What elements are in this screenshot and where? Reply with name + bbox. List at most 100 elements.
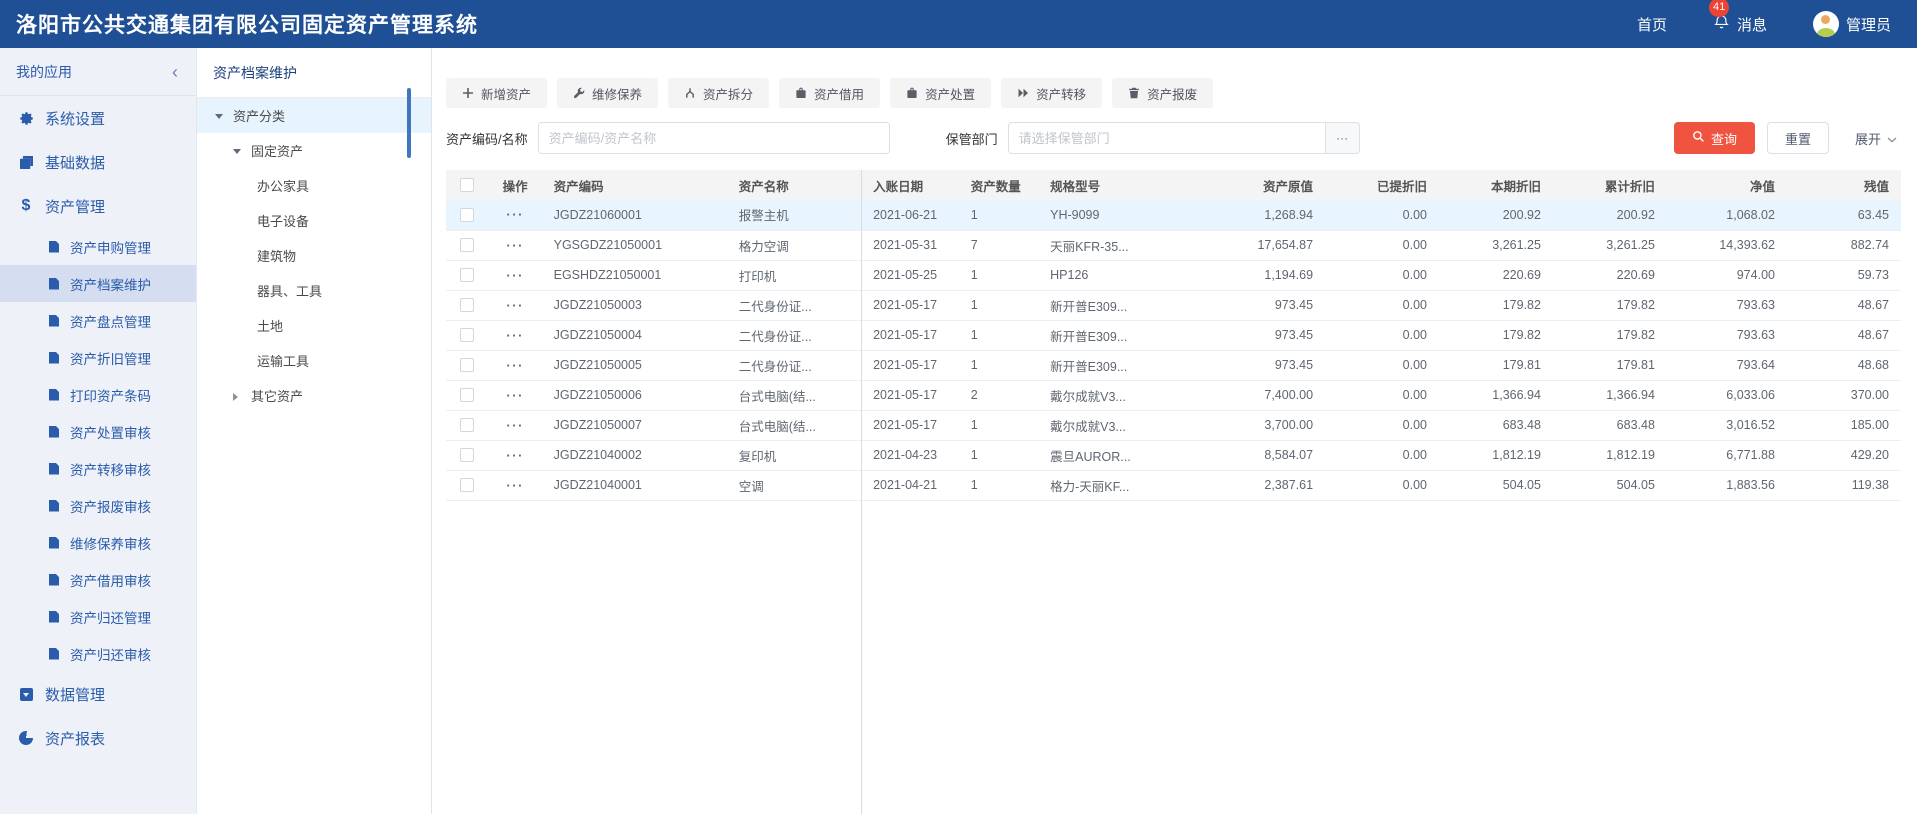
sidebar-item[interactable]: 打印资产条码 (0, 376, 196, 413)
row-checkbox[interactable] (460, 268, 475, 283)
toolbar-button-label: 资产处置 (925, 87, 976, 102)
table-row[interactable]: ··· JGDZ21050004 二代身份证... 2021-05-17 1 新开普E30… (446, 320, 1901, 351)
sidebar-item[interactable]: $ 资产管理 (0, 184, 196, 228)
sidebar-item[interactable]: 资产档案维护 (0, 265, 196, 302)
dispose-asset-button[interactable]: 资产处置 (890, 78, 992, 108)
row-checkbox[interactable] (460, 298, 475, 313)
sidebar-item[interactable]: 资产报废审核 (0, 487, 196, 524)
scrap-asset-button[interactable]: 资产报废 (1112, 78, 1214, 108)
caret-down-icon[interactable] (215, 108, 227, 123)
tree-node[interactable]: 器具、工具 (197, 273, 431, 308)
cell-model: 新开普E309... (1038, 350, 1193, 381)
row-checkbox[interactable] (460, 448, 475, 463)
cell-residual: 48.68 (1786, 350, 1901, 381)
nav-messages-link[interactable]: 41 消息 (1708, 0, 1767, 35)
tree-node[interactable]: 建筑物 (197, 238, 431, 273)
row-checkbox[interactable] (460, 418, 475, 433)
cell-name: 空调 (726, 470, 862, 501)
select-all-checkbox[interactable] (460, 178, 475, 193)
cell-net: 6,033.06 (1666, 380, 1787, 411)
caret-down-icon[interactable] (233, 143, 245, 158)
sidebar-item[interactable]: 基础数据 (0, 140, 196, 184)
table-row[interactable]: ··· JGDZ21050005 二代身份证... 2021-05-17 1 新开普E30… (446, 350, 1901, 381)
user-menu[interactable]: 管理员 (1812, 11, 1891, 37)
table-row[interactable]: ··· YGSGDZ21050001 格力空调 2021-05-31 7 天丽KFR-35… (446, 230, 1901, 261)
row-actions-button[interactable]: ··· (506, 358, 524, 373)
row-actions-button[interactable]: ··· (506, 207, 524, 222)
sidebar-item[interactable]: 资产借用审核 (0, 561, 196, 598)
row-actions-button[interactable]: ··· (506, 418, 524, 433)
row-actions-button[interactable]: ··· (506, 388, 524, 403)
row-checkbox[interactable] (460, 208, 475, 223)
add-asset-button[interactable]: 新增资产 (446, 78, 548, 108)
sidebar-item[interactable]: 资产折旧管理 (0, 339, 196, 376)
nav-home-link[interactable]: 首页 (1637, 14, 1667, 35)
row-checkbox[interactable] (460, 328, 475, 343)
asset-toolbar: 新增资产 维修保养 资产拆分 资产借用 资产处置 资产转移 资产报废 (446, 78, 1901, 108)
tree-node[interactable]: 资产分类 (197, 98, 431, 133)
cell-name: 二代身份证... (726, 290, 862, 321)
sidebar-item[interactable]: 资产处置审核 (0, 413, 196, 450)
sidebar-item[interactable]: 资产转移审核 (0, 450, 196, 487)
tree-node[interactable]: 运输工具 (197, 343, 431, 378)
cell-date: 2021-04-21 (861, 470, 959, 501)
column-header: 本期折旧 (1439, 170, 1553, 200)
row-checkbox[interactable] (460, 358, 475, 373)
table-row[interactable]: ··· JGDZ21050006 台式电脑(结... 2021-05-17 2 戴尔成就V… (446, 380, 1901, 411)
cell-code: JGDZ21050006 (541, 380, 727, 411)
column-header: 累计折旧 (1552, 170, 1667, 200)
table-row[interactable]: ··· JGDZ21040002 复印机 2021-04-23 1 震旦AUROR... 8… (446, 440, 1901, 471)
toolbar-button-label: 维修保养 (592, 87, 643, 102)
table-row[interactable]: ··· JGDZ21060001 报警主机 2021-06-21 1 YH-9099 1,2… (446, 200, 1901, 231)
row-actions-button[interactable]: ··· (506, 328, 524, 343)
dept-input[interactable] (1007, 122, 1326, 154)
reset-button[interactable]: 重置 (1766, 122, 1829, 154)
dept-more-button[interactable]: ··· (1325, 122, 1360, 154)
sidebar-item[interactable]: 资产申购管理 (0, 228, 196, 265)
sidebar-item-label: 维修保养审核 (70, 536, 151, 552)
sidebar-item[interactable]: 资产报表 (0, 716, 196, 760)
row-actions-button[interactable]: ··· (506, 448, 524, 463)
sidebar-item[interactable]: 资产归还审核 (0, 635, 196, 672)
split-icon (684, 87, 696, 99)
borrow-asset-button[interactable]: 资产借用 (779, 78, 881, 108)
row-actions-button[interactable]: ··· (506, 478, 524, 493)
sidebar-item[interactable]: 资产归还管理 (0, 598, 196, 635)
sidebar-item[interactable]: 系统设置 (0, 96, 196, 140)
expand-toggle[interactable]: 展开 (1855, 129, 1897, 148)
row-checkbox[interactable] (460, 238, 475, 253)
doc-icon (46, 277, 62, 290)
column-header: 资产数量 (958, 170, 1039, 200)
asset-code-input[interactable] (537, 122, 890, 154)
table-row[interactable]: ··· JGDZ21050003 二代身份证... 2021-05-17 1 新开普E30… (446, 290, 1901, 321)
tree-node[interactable]: 土地 (197, 308, 431, 343)
cell-original: 1,194.69 (1192, 260, 1326, 291)
column-header: 资产编码 (541, 170, 727, 200)
cell-code: EGSHDZ21050001 (541, 260, 727, 291)
table-row[interactable]: ··· JGDZ21040001 空调 2021-04-21 1 格力-天丽KF... 2,… (446, 470, 1901, 501)
row-actions-button[interactable]: ··· (506, 268, 524, 283)
sidebar-item[interactable]: 维修保养审核 (0, 524, 196, 561)
tree-node[interactable]: 固定资产 (197, 133, 431, 168)
table-row[interactable]: ··· JGDZ21050007 台式电脑(结... 2021-05-17 1 戴尔成就V… (446, 410, 1901, 441)
row-actions-button[interactable]: ··· (506, 298, 524, 313)
tree-node[interactable]: 电子设备 (197, 203, 431, 238)
cell-model: 震旦AUROR... (1038, 440, 1193, 471)
repair-maintain-button[interactable]: 维修保养 (557, 78, 659, 108)
caret-right-icon[interactable] (233, 388, 245, 403)
split-asset-button[interactable]: 资产拆分 (668, 78, 770, 108)
table-row[interactable]: ··· EGSHDZ21050001 打印机 2021-05-25 1 HP126 1,19… (446, 260, 1901, 291)
transfer-asset-button[interactable]: 资产转移 (1001, 78, 1103, 108)
row-checkbox[interactable] (460, 388, 475, 403)
tree-node[interactable]: 其它资产 (197, 378, 431, 413)
expand-label: 展开 (1854, 131, 1881, 147)
sidebar-item[interactable]: 数据管理 (0, 672, 196, 716)
tree-scrollbar-thumb[interactable] (407, 88, 411, 158)
row-actions-button[interactable]: ··· (506, 238, 524, 253)
row-checkbox[interactable] (460, 478, 475, 493)
tree-node[interactable]: 办公家具 (197, 168, 431, 203)
sidebar-item[interactable]: 资产盘点管理 (0, 302, 196, 339)
row-actions-cell: ··· (488, 320, 542, 351)
search-button[interactable]: 查询 (1673, 122, 1755, 154)
sidebar-collapse-button[interactable]: ‹ (172, 63, 178, 81)
